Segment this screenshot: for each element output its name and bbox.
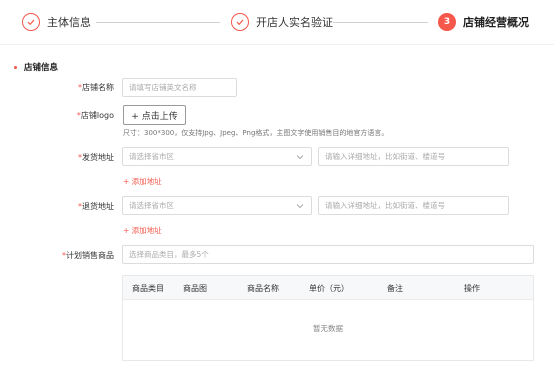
check-circle-icon <box>231 13 249 31</box>
check-circle-icon <box>22 13 40 31</box>
step-1: 主体信息 <box>22 12 91 32</box>
step-connector <box>333 22 428 23</box>
upload-button[interactable]: + 点击上传 <box>123 105 186 125</box>
step-number-badge: 3 <box>438 13 456 31</box>
return-detail-input[interactable]: 请输入详细地址，比如街道、楼道号 <box>318 196 509 215</box>
step-1-label: 主体信息 <box>47 16 91 29</box>
step-3: 3 店铺经营概况 <box>438 12 529 32</box>
steps-bar: 主体信息 开店人实名验证 3 店铺经营概况 <box>0 0 554 44</box>
goods-table: 商品类目 商品图 商品名称 单价（元） 备注 操作 暂无数据 <box>122 275 534 361</box>
column-header: 备注 <box>387 284 403 293</box>
column-header: 单价（元） <box>309 284 349 293</box>
step-2: 开店人实名验证 <box>231 12 333 32</box>
plan-goods-label: *计划销售商品 <box>62 251 114 260</box>
step-3-label: 店铺经营概况 <box>463 16 529 29</box>
table-header: 商品类目 商品图 商品名称 单价（元） 备注 操作 <box>123 276 533 300</box>
ship-detail-input[interactable]: 请输入详细地址，比如街道、楼道号 <box>318 147 509 166</box>
add-return-address-link[interactable]: + 添加地址 <box>123 225 162 236</box>
section-title: 店铺信息 <box>14 61 58 73</box>
shop-name-label: *店铺名称 <box>78 83 114 92</box>
plan-goods-select[interactable]: 选择商品类目，最多5个 <box>122 245 534 264</box>
step-2-label: 开店人实名验证 <box>256 16 333 29</box>
ship-address-label: *发货地址 <box>78 153 114 162</box>
column-header: 操作 <box>464 284 480 293</box>
ship-region-select[interactable]: 请选择省市区 <box>122 147 312 166</box>
chevron-down-icon <box>296 155 304 160</box>
section-title-text: 店铺信息 <box>24 63 59 73</box>
shop-name-input[interactable]: 请填写店铺英文名称 <box>122 78 237 97</box>
empty-state-text: 暂无数据 <box>313 324 343 333</box>
section-dot-icon <box>14 65 17 69</box>
return-address-label: *退货地址 <box>78 202 114 211</box>
chevron-down-icon <box>296 204 304 209</box>
column-header: 商品图 <box>183 284 207 293</box>
header-divider <box>0 44 554 45</box>
step-connector <box>96 22 220 23</box>
shop-logo-label: *店铺logo <box>76 111 114 120</box>
return-region-select[interactable]: 请选择省市区 <box>122 196 312 215</box>
column-header: 商品类目 <box>132 284 164 293</box>
column-header: 商品名称 <box>247 284 279 293</box>
logo-hint: 尺寸：300*300，仅支持Jpg、Jpeg、Png格式，主图文字使用销售目的地… <box>123 129 389 137</box>
add-ship-address-link[interactable]: + 添加地址 <box>123 176 162 187</box>
